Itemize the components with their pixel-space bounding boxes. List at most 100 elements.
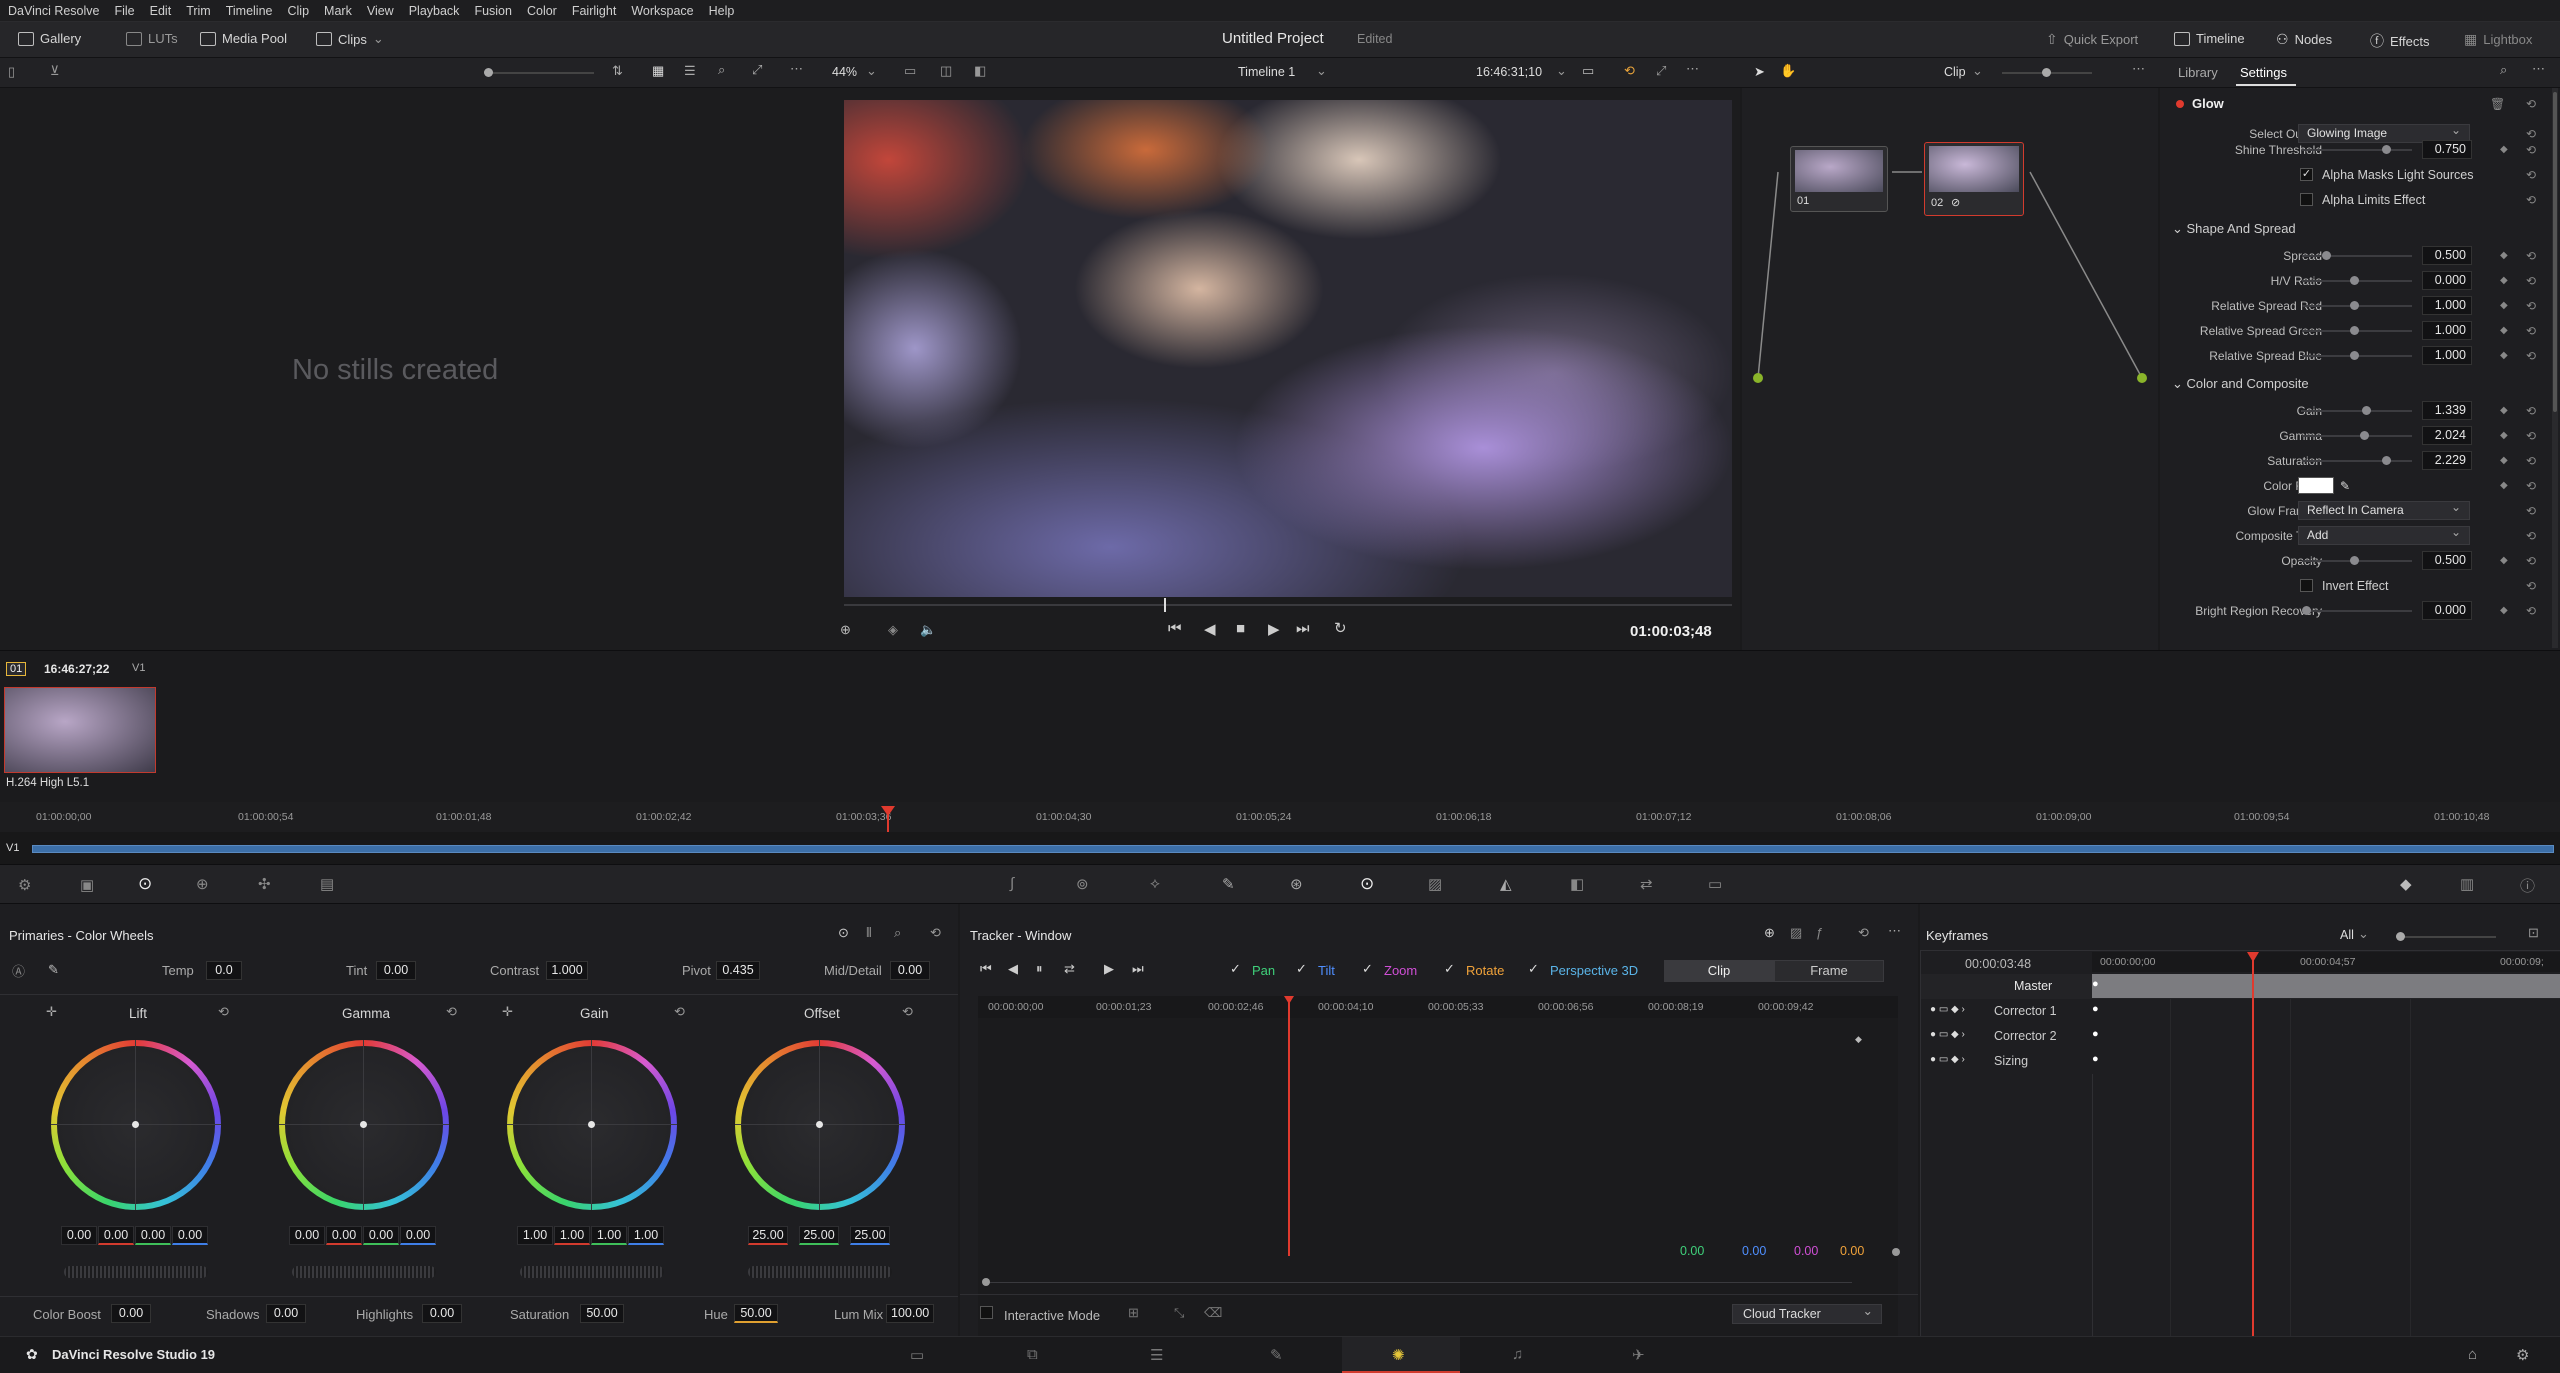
node-mode-selector[interactable]: Clip (1944, 65, 1966, 79)
gain-value-y[interactable]: 1.00 (517, 1226, 553, 1245)
chevron-down-icon[interactable]: ⌄ (2358, 926, 2369, 942)
menu-workspace[interactable]: Workspace (631, 4, 693, 18)
layers-icon[interactable]: ◈ (888, 622, 898, 638)
lift-value-y[interactable]: 0.00 (61, 1226, 97, 1245)
gain-wheel[interactable] (507, 1040, 677, 1210)
visibility-icon[interactable]: ● ▭ ◆ › (1930, 1004, 1965, 1015)
gamma-field[interactable]: 2.024 (2422, 426, 2472, 445)
section-shape[interactable]: ⌄ Shape And Spread (2160, 216, 2560, 241)
search-icon[interactable]: ⌕ (718, 62, 725, 78)
offset-value-g[interactable]: 25.00 (799, 1226, 839, 1245)
color-boost-field[interactable]: 0.00 (111, 1304, 151, 1323)
reset-icon[interactable]: ⟲ (2526, 529, 2536, 543)
keyframe-marker[interactable]: ◆ (1855, 1034, 1862, 1045)
rel-green-field[interactable]: 1.000 (2422, 321, 2472, 340)
tracker-scrollbar[interactable] (986, 1282, 1852, 1283)
key-icon[interactable]: ◧ (1570, 875, 1584, 893)
color-wheels-icon[interactable]: ⊙ (138, 874, 152, 894)
eyedropper-icon[interactable]: ✎ (48, 962, 59, 978)
rel-blue-slider[interactable] (2302, 350, 2412, 360)
hue-field[interactable]: 50.00 (734, 1304, 778, 1323)
reset-icon[interactable]: ⟲ (2526, 324, 2536, 338)
keyframe-icon[interactable]: ◆ (2500, 250, 2508, 261)
persp-checkbox[interactable]: ✓ (1528, 961, 1539, 977)
delete-point-icon[interactable]: ⌫ (1204, 1305, 1222, 1321)
gamma-slider[interactable] (2302, 430, 2412, 440)
offset-wheel[interactable] (735, 1040, 905, 1210)
lift-value-r[interactable]: 0.00 (98, 1226, 134, 1245)
gain-value-b[interactable]: 1.00 (628, 1226, 664, 1245)
reset-icon[interactable]: ⟲ (2526, 143, 2536, 157)
keyframe-zoom-slider[interactable] (2396, 932, 2496, 941)
play-icon[interactable]: ▶ (1268, 620, 1280, 638)
visibility-icon[interactable]: ● ▭ ◆ › (1930, 1029, 1965, 1040)
pivot-field[interactable]: 0.435 (716, 960, 760, 980)
gain-master-wheel[interactable] (520, 1266, 664, 1278)
reset-icon[interactable]: ⟲ (930, 925, 941, 941)
tab-settings[interactable]: Settings (2240, 65, 2287, 80)
nodes-button[interactable]: ⚇ Nodes (2276, 31, 2332, 48)
3d-icon[interactable]: ▭ (1708, 875, 1722, 893)
go-to-start-icon[interactable]: ⏮ (1168, 620, 1182, 637)
gamma-value-b[interactable]: 0.00 (400, 1226, 436, 1245)
gamma-value-r[interactable]: 0.00 (326, 1226, 362, 1245)
reset-icon[interactable]: ⟲ (2526, 604, 2536, 618)
info-icon[interactable]: ⓘ (2520, 875, 2535, 896)
auto-balance-icon[interactable]: Ⓐ (12, 961, 25, 980)
source-timecode[interactable]: 16:46:31;10 (1476, 65, 1542, 79)
crosshair-icon[interactable]: ✛ (502, 1004, 513, 1020)
reset-icon[interactable]: ⟲ (2526, 97, 2536, 111)
viewer-tools-icon[interactable]: ⊕ (840, 622, 851, 638)
reset-icon[interactable]: ⟲ (2526, 299, 2536, 313)
track-reverse-icon[interactable]: ◀ (1008, 961, 1018, 977)
loop-icon[interactable]: ↻ (1334, 619, 1347, 637)
keyframes-icon[interactable]: ◆ (2400, 875, 2412, 893)
split-view-icon[interactable]: ◫ (940, 63, 952, 79)
stills-icon[interactable]: ⊻ (50, 63, 60, 79)
chevron-down-icon[interactable]: ⌄ (1556, 63, 1567, 79)
deliver-page-icon[interactable]: ✈ (1632, 1346, 1645, 1364)
reset-icon[interactable]: ⟲ (1858, 925, 1869, 941)
shadows-field[interactable]: 0.00 (266, 1304, 306, 1323)
blur-icon[interactable]: ◭ (1500, 875, 1512, 893)
lum-mix-field[interactable]: 100.00 (886, 1304, 934, 1323)
bright-region-slider[interactable] (2302, 605, 2412, 615)
gain-value-r[interactable]: 1.00 (554, 1226, 590, 1245)
clips-button[interactable]: Clips ⌄ (316, 31, 384, 47)
tracker-ruler[interactable]: 00:00:00;00 00:00:01;23 00:00:02;46 00:0… (978, 996, 1898, 1018)
reset-icon[interactable]: ⟲ (2526, 168, 2536, 182)
keyframe-filter[interactable]: All (2340, 928, 2354, 942)
contrast-field[interactable]: 1.000 (546, 960, 588, 980)
app-menu[interactable]: DaVinci Resolve (8, 4, 99, 18)
curves-icon[interactable]: ∫ (1010, 875, 1014, 892)
reset-icon[interactable]: ⟲ (218, 1004, 229, 1020)
zoom-level[interactable]: 44% (832, 65, 857, 79)
alpha-masks-checkbox[interactable]: ✓ (2300, 168, 2313, 181)
more-options-icon[interactable]: ⋯ (1888, 923, 1901, 939)
reset-icon[interactable]: ⟲ (2526, 554, 2536, 568)
node-zoom-slider[interactable] (2002, 68, 2092, 77)
node-02[interactable]: 02 ⊘ (1924, 142, 2024, 216)
menu-color[interactable]: Color (527, 4, 557, 18)
grid-view-icon[interactable]: ▦ (652, 63, 664, 79)
track-bidirectional-icon[interactable]: ⇄ (1064, 961, 1075, 977)
menu-help[interactable]: Help (709, 4, 735, 18)
cut-page-icon[interactable]: ⧉ (1027, 1346, 1038, 1363)
lift-master-wheel[interactable] (64, 1266, 208, 1278)
scopes-icon[interactable]: ▥ (2460, 875, 2474, 893)
menu-mark[interactable]: Mark (324, 4, 352, 18)
rel-red-slider[interactable] (2302, 300, 2412, 310)
fairlight-page-icon[interactable]: ♫ (1512, 1346, 1523, 1363)
sort-icon[interactable]: ⇅ (612, 63, 623, 79)
shine-threshold-slider[interactable] (2302, 144, 2412, 154)
list-view-icon[interactable]: ☰ (684, 63, 696, 79)
media-pool-button[interactable]: Media Pool (200, 31, 287, 46)
more-options-icon[interactable]: ⋯ (790, 61, 803, 77)
qualifier-icon[interactable]: ⟡ (1150, 875, 1160, 892)
keyframe-icon[interactable]: ◆ (2500, 325, 2508, 336)
invert-effect-checkbox[interactable] (2300, 579, 2313, 592)
luts-button[interactable]: LUTs (126, 31, 178, 46)
opacity-field[interactable]: 0.500 (2422, 551, 2472, 570)
middetail-field[interactable]: 0.00 (890, 960, 930, 980)
gallery-button[interactable]: Gallery (18, 31, 81, 46)
